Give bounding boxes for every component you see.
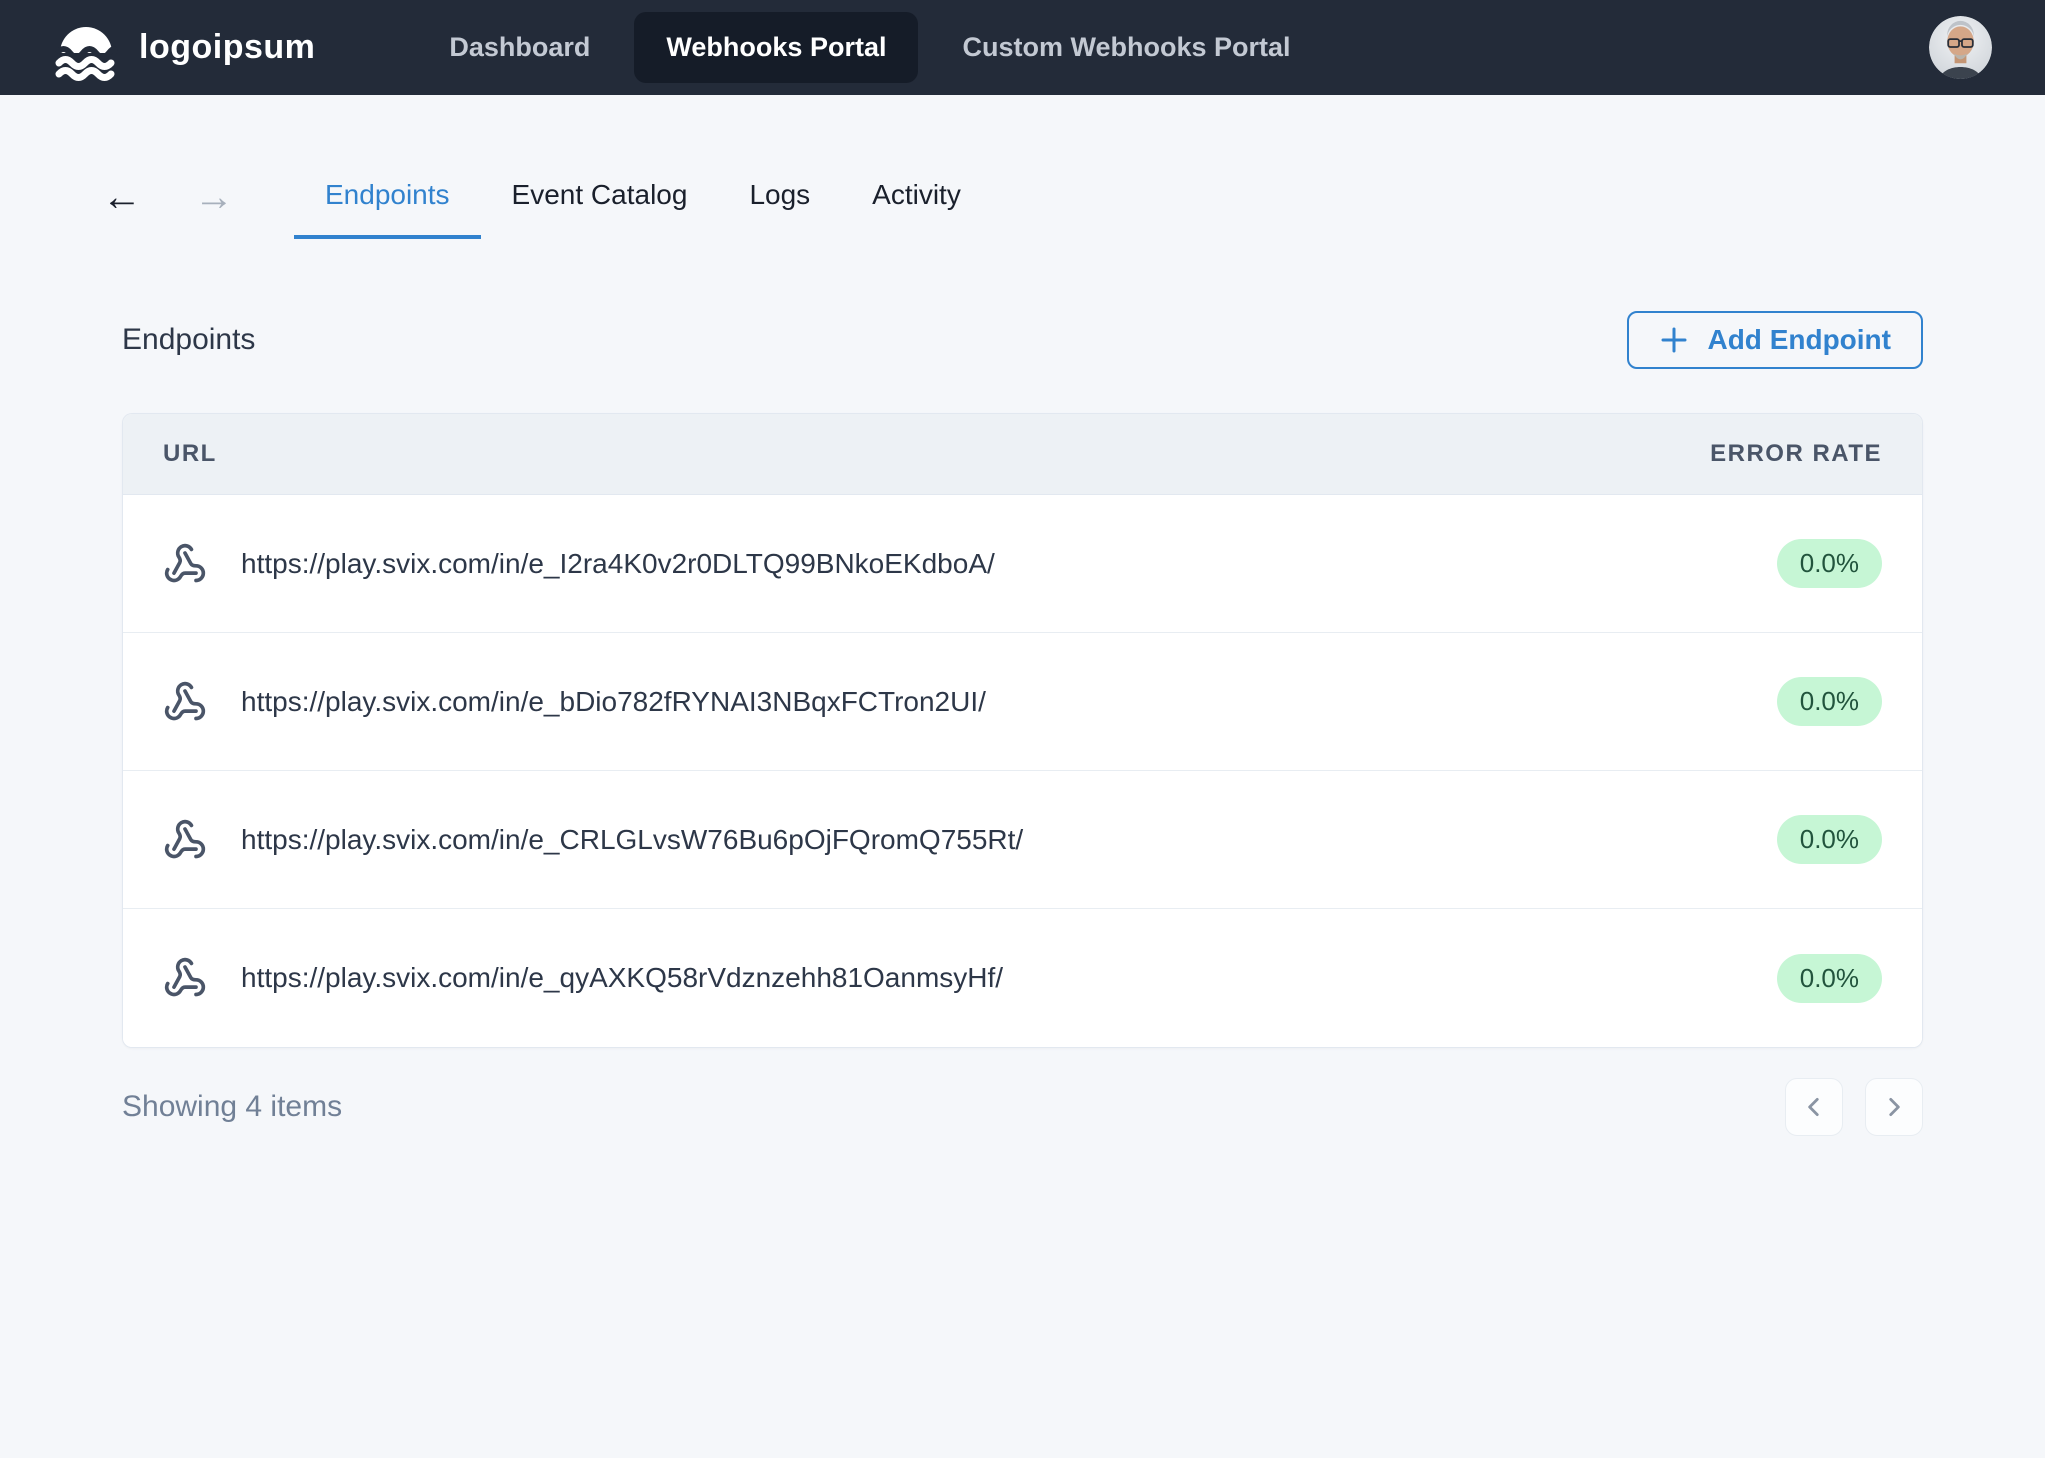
- previous-page-button[interactable]: [1785, 1078, 1843, 1136]
- main-content: Endpoints Add Endpoint URL ERROR RATE ht…: [0, 311, 2045, 1136]
- brand-name: logoipsum: [139, 28, 316, 66]
- arrow-left-icon[interactable]: ←: [88, 155, 156, 239]
- column-header-url: URL: [163, 440, 217, 467]
- tabs: Endpoints Event Catalog Logs Activity: [294, 155, 992, 239]
- webhook-icon: [164, 957, 206, 997]
- table-row[interactable]: https://play.svix.com/in/e_bDio782fRYNAI…: [123, 633, 1922, 771]
- add-endpoint-label: Add Endpoint: [1707, 324, 1891, 355]
- top-navbar: logoipsum Dashboard Webhooks Portal Cust…: [0, 0, 2045, 95]
- tab-activity[interactable]: Activity: [841, 155, 992, 239]
- table-row[interactable]: https://play.svix.com/in/e_CRLGLvsW76Bu6…: [123, 771, 1922, 909]
- column-header-error-rate: ERROR RATE: [1710, 440, 1882, 467]
- error-rate-badge: 0.0%: [1776, 953, 1882, 1003]
- page-header: Endpoints Add Endpoint: [122, 311, 1923, 369]
- endpoint-url: https://play.svix.com/in/e_CRLGLvsW76Bu6…: [241, 823, 1024, 855]
- webhook-icon: [164, 819, 206, 858]
- table-header-row: URL ERROR RATE: [123, 414, 1922, 495]
- next-page-button[interactable]: [1865, 1078, 1923, 1136]
- plus-icon: [1661, 327, 1687, 353]
- chevron-left-icon: [1808, 1098, 1819, 1116]
- webhook-icon: [164, 543, 206, 582]
- user-avatar[interactable]: [1929, 16, 1992, 79]
- table-row[interactable]: https://play.svix.com/in/e_I2ra4K0v2r0DL…: [123, 495, 1922, 633]
- endpoint-url: https://play.svix.com/in/e_I2ra4K0v2r0DL…: [241, 547, 995, 579]
- nav-link-webhooks-portal[interactable]: Webhooks Portal: [634, 12, 919, 83]
- brand[interactable]: logoipsum: [53, 15, 315, 81]
- showing-items-text: Showing 4 items: [122, 1090, 343, 1123]
- nav-link-custom-webhooks-portal[interactable]: Custom Webhooks Portal: [930, 12, 1322, 83]
- tab-endpoints[interactable]: Endpoints: [294, 155, 481, 239]
- nav-link-dashboard[interactable]: Dashboard: [417, 12, 622, 83]
- tab-logs[interactable]: Logs: [718, 155, 841, 239]
- pagination: [1785, 1078, 1923, 1136]
- add-endpoint-button[interactable]: Add Endpoint: [1627, 311, 1923, 369]
- chevron-right-icon: [1889, 1098, 1900, 1116]
- sun-waves-logo-icon: [54, 26, 119, 81]
- portal-tabbar: ← → Endpoints Event Catalog Logs Activit…: [0, 155, 2045, 239]
- table-row[interactable]: https://play.svix.com/in/e_qyAXKQ58rVdzn…: [123, 909, 1922, 1047]
- error-rate-badge: 0.0%: [1776, 815, 1882, 864]
- error-rate-badge: 0.0%: [1776, 677, 1882, 726]
- webhook-icon: [164, 681, 206, 720]
- webhooks-portal-page: logoipsum Dashboard Webhooks Portal Cust…: [0, 0, 2045, 1458]
- error-rate-badge: 0.0%: [1776, 539, 1882, 588]
- tab-event-catalog[interactable]: Event Catalog: [481, 155, 719, 239]
- avatar-photo: [1929, 16, 1992, 79]
- list-footer: Showing 4 items: [122, 1078, 1923, 1136]
- arrow-right-icon[interactable]: →: [180, 155, 248, 239]
- endpoints-table: URL ERROR RATE https://play.svix.com/in/…: [122, 413, 1923, 1048]
- endpoint-url: https://play.svix.com/in/e_qyAXKQ58rVdzn…: [241, 962, 1004, 993]
- page-title: Endpoints: [122, 323, 256, 356]
- endpoint-url: https://play.svix.com/in/e_bDio782fRYNAI…: [241, 685, 986, 717]
- navbar-links: Dashboard Webhooks Portal Custom Webhook…: [417, 12, 1322, 83]
